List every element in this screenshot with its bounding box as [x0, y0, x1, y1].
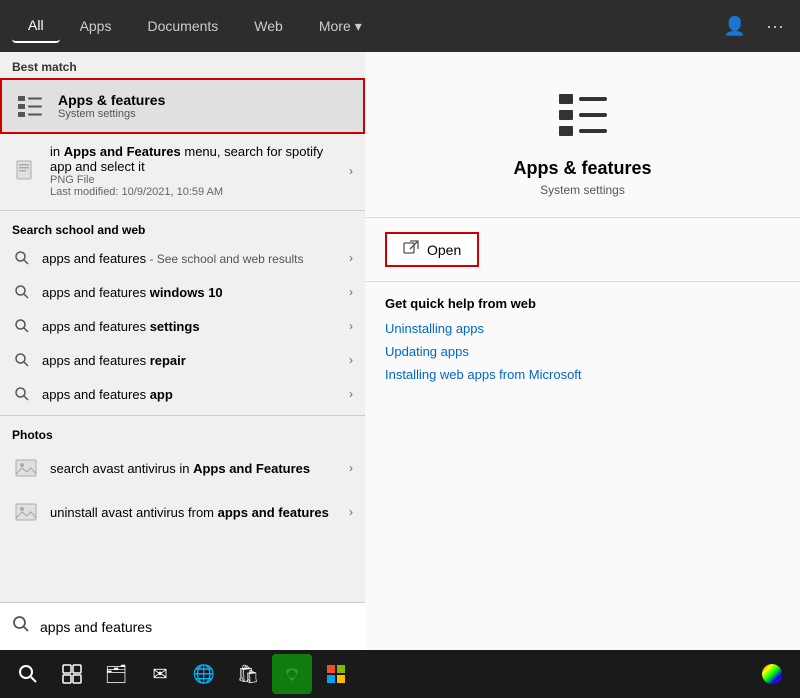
photos-section-label: Photos [0, 420, 365, 446]
best-match-text: Apps & features System settings [58, 92, 165, 120]
quick-help-link-1[interactable]: Updating apps [385, 344, 780, 359]
web-item-1[interactable]: apps and features windows 10 › [0, 275, 365, 309]
divider-2 [0, 415, 365, 416]
search-loop-icon-1 [12, 282, 32, 302]
mail-taskbar-icon[interactable]: ✉ [140, 654, 180, 694]
chevron-right-icon-2: › [349, 319, 353, 333]
web-item-4-text: apps and features app [42, 387, 339, 402]
open-button[interactable]: Open [385, 232, 479, 267]
web-item-3[interactable]: apps and features repair › [0, 343, 365, 377]
chevron-right-icon-4: › [349, 387, 353, 401]
tab-more[interactable]: More ▾ [303, 10, 378, 43]
task-view-taskbar-icon[interactable] [52, 654, 92, 694]
search-taskbar-icon[interactable] [8, 654, 48, 694]
app-big-icon [551, 82, 615, 146]
photo-item-0[interactable]: search avast antivirus in Apps and Featu… [0, 446, 365, 490]
file-explorer-taskbar-icon[interactable]: 🗂 [96, 654, 136, 694]
web-item-0-text: apps and features - See school and web r… [42, 251, 339, 266]
file-result-item[interactable]: in Apps and Features menu, search for sp… [0, 136, 365, 206]
search-school-label: Search school and web [0, 215, 365, 241]
more-options-icon[interactable]: ··· [762, 12, 788, 41]
chevron-right-photo-1: › [349, 505, 353, 519]
tab-all[interactable]: All [12, 9, 60, 43]
web-item-2-text: apps and features settings [42, 319, 339, 334]
search-loop-icon-3 [12, 350, 32, 370]
file-result-text: in Apps and Features menu, search for sp… [50, 144, 339, 198]
photo-title-0: search avast antivirus in Apps and Featu… [50, 461, 339, 476]
app-detail-subtitle: System settings [540, 183, 625, 197]
tiles-taskbar-icon[interactable] [316, 654, 356, 694]
app-detail-header: Apps & features System settings [365, 52, 800, 218]
chevron-right-icon-1: › [349, 285, 353, 299]
quick-help-section: Get quick help from web Uninstalling app… [365, 282, 800, 404]
right-panel: Apps & features System settings Open Get… [365, 52, 800, 650]
chevron-down-icon: ▾ [355, 18, 362, 35]
search-loop-icon-4 [12, 384, 32, 404]
best-match-label: Best match [0, 52, 365, 78]
app-detail-title: Apps & features [513, 158, 651, 179]
store-taskbar-icon[interactable]: 🛍 [228, 654, 268, 694]
web-item-2[interactable]: apps and features settings › [0, 309, 365, 343]
tab-documents[interactable]: Documents [131, 10, 234, 42]
open-label: Open [427, 242, 461, 258]
chevron-right-icon: › [349, 164, 353, 178]
open-icon [403, 240, 419, 259]
search-bar [0, 602, 365, 650]
open-button-section: Open [365, 218, 800, 282]
web-item-1-text: apps and features windows 10 [42, 285, 339, 300]
chevron-right-icon-0: › [349, 251, 353, 265]
taskbar: 🗂 ✉ 🌐 🛍 [0, 650, 800, 698]
search-input-wrap [40, 619, 353, 635]
edge-taskbar-icon[interactable]: 🌐 [184, 654, 224, 694]
photo-item-0-text: search avast antivirus in Apps and Featu… [50, 461, 339, 476]
search-input[interactable] [40, 619, 353, 635]
photo-icon-0 [12, 454, 40, 482]
left-panel: Best match Apps & features System settin… [0, 52, 365, 650]
file-icon [12, 157, 40, 185]
photo-item-1[interactable]: uninstall avast antivirus from apps and … [0, 490, 365, 534]
tab-web[interactable]: Web [238, 10, 299, 42]
best-match-item[interactable]: Apps & features System settings [0, 78, 365, 134]
color-circle-taskbar-icon[interactable] [752, 654, 792, 694]
web-item-3-text: apps and features repair [42, 353, 339, 368]
nav-right-icons: 👤 ··· [720, 12, 788, 41]
photo-title-1: uninstall avast antivirus from apps and … [50, 505, 339, 520]
search-bar-icon [12, 615, 30, 638]
web-item-4[interactable]: apps and features app › [0, 377, 365, 411]
top-nav-bar: All Apps Documents Web More ▾ 👤 ··· [0, 0, 800, 52]
divider-1 [0, 210, 365, 211]
quick-help-title: Get quick help from web [385, 296, 780, 311]
apps-features-icon [14, 90, 46, 122]
chevron-right-photo-0: › [349, 461, 353, 475]
photo-icon-1 [12, 498, 40, 526]
best-match-title: Apps & features [58, 92, 165, 108]
chevron-right-icon-3: › [349, 353, 353, 367]
file-modified: Last modified: 10/9/2021, 10:59 AM [50, 186, 339, 198]
file-type: PNG File [50, 174, 339, 186]
web-item-0[interactable]: apps and features - See school and web r… [0, 241, 365, 275]
quick-help-link-2[interactable]: Installing web apps from Microsoft [385, 367, 780, 382]
tab-apps[interactable]: Apps [64, 10, 128, 42]
search-loop-icon-0 [12, 248, 32, 268]
main-container: Best match Apps & features System settin… [0, 52, 800, 650]
photo-item-1-text: uninstall avast antivirus from apps and … [50, 505, 339, 520]
file-title: in Apps and Features menu, search for sp… [50, 144, 339, 174]
user-icon[interactable]: 👤 [720, 12, 750, 41]
search-loop-icon-2 [12, 316, 32, 336]
xbox-taskbar-icon[interactable] [272, 654, 312, 694]
best-match-subtitle: System settings [58, 108, 165, 120]
quick-help-link-0[interactable]: Uninstalling apps [385, 321, 780, 336]
